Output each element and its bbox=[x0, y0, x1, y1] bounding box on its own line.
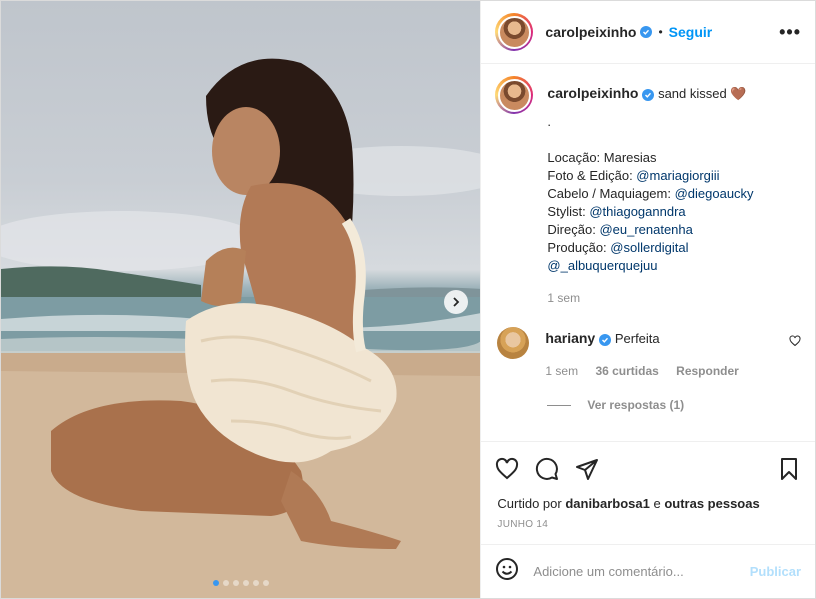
chevron-right-icon bbox=[453, 297, 460, 307]
credit-value: Maresias bbox=[603, 150, 657, 165]
likes-summary: Curtido por danibarbosa1 e outras pessoa… bbox=[481, 496, 815, 511]
verified-icon bbox=[640, 26, 653, 38]
caption-avatar[interactable] bbox=[495, 76, 534, 114]
comment-icon[interactable] bbox=[535, 457, 559, 481]
credit-label: Cabelo / Maquiagem: bbox=[547, 186, 675, 201]
post-date[interactable]: JUNHO 14 bbox=[481, 519, 815, 530]
post-header: carolpeixinho • Seguir ••• bbox=[481, 1, 815, 64]
publish-button[interactable]: Publicar bbox=[750, 564, 801, 579]
carousel-dot bbox=[222, 580, 229, 586]
credit-mention-link[interactable]: @diegoaucky bbox=[675, 186, 754, 201]
credit-label: Foto & Edição: bbox=[547, 168, 637, 183]
caption-body: carolpeixinho sand kissed 🤎 . Locação: M… bbox=[547, 76, 753, 307]
heart-emoji: 🤎 bbox=[730, 86, 747, 101]
view-replies-label: Ver respostas (1) bbox=[587, 398, 685, 412]
caption-credit-line: Direção: @eu_renatenha bbox=[547, 221, 753, 239]
credit-label: Locação: bbox=[547, 150, 604, 165]
verified-icon bbox=[642, 88, 655, 101]
credit-label: Produção: bbox=[547, 240, 611, 255]
credit-label: Direção: bbox=[547, 222, 600, 237]
reply-button[interactable]: Responder bbox=[676, 364, 739, 378]
comments-section: carolpeixinho sand kissed 🤎 . Locação: M… bbox=[481, 64, 815, 442]
caption-username[interactable]: carolpeixinho bbox=[547, 85, 638, 101]
header-separator: • bbox=[658, 25, 663, 39]
carousel-indicator bbox=[1, 580, 480, 586]
caption-credit-line: Locação: Maresias bbox=[547, 149, 753, 167]
comment-body: hariany Perfeita 1 sem 36 curtidas Respo… bbox=[545, 329, 752, 380]
credit-label: Stylist: bbox=[547, 204, 590, 219]
share-icon[interactable] bbox=[575, 457, 599, 481]
bookmark-icon[interactable] bbox=[777, 457, 801, 481]
caption-credit-line: Cabelo / Maquiagem: @diegoaucky bbox=[547, 185, 753, 203]
caption-credit-line: Produção: @sollerdigital bbox=[547, 239, 753, 257]
carousel-dot bbox=[212, 580, 219, 586]
likes-prefix: Curtido por bbox=[497, 496, 566, 511]
heart-icon[interactable] bbox=[495, 457, 519, 481]
next-slide-button[interactable] bbox=[444, 290, 468, 314]
beach-photo bbox=[1, 58, 481, 598]
credit-mention-link[interactable]: @eu_renatenha bbox=[599, 222, 692, 237]
comment-text: Perfeita bbox=[614, 331, 660, 346]
add-comment-bar: Publicar bbox=[481, 544, 815, 598]
caption-text: sand kissed bbox=[658, 86, 727, 101]
post-sidebar: carolpeixinho • Seguir ••• carolpeixinho… bbox=[480, 1, 815, 598]
liked-by-user[interactable]: danibarbosa1 bbox=[565, 496, 650, 511]
caption-credit-line: @_albuquerquejuu bbox=[547, 257, 753, 275]
carousel-dot bbox=[252, 580, 259, 586]
caption: carolpeixinho sand kissed 🤎 . Locação: M… bbox=[495, 76, 801, 307]
caption-credits: Locação: Maresias Foto & Edição: @mariagi… bbox=[547, 149, 753, 275]
replies-divider bbox=[547, 404, 572, 406]
commenter-avatar[interactable] bbox=[497, 327, 530, 359]
emoji-icon[interactable] bbox=[495, 557, 519, 586]
comment-input[interactable] bbox=[533, 564, 750, 579]
credit-mention-link[interactable]: @mariagiorgiii bbox=[636, 168, 719, 183]
post-photo[interactable] bbox=[1, 1, 481, 598]
verified-icon bbox=[599, 333, 612, 346]
commenter-username[interactable]: hariany bbox=[545, 330, 595, 346]
post-dialog: carolpeixinho • Seguir ••• carolpeixinho… bbox=[0, 0, 816, 599]
likes-middle: e bbox=[649, 496, 665, 511]
carousel-dot bbox=[232, 580, 239, 586]
liked-by-others[interactable]: outras pessoas bbox=[664, 496, 759, 511]
comment-time[interactable]: 1 sem bbox=[545, 364, 578, 378]
view-replies-button[interactable]: Ver respostas (1) bbox=[547, 398, 801, 412]
comment-likes[interactable]: 36 curtidas bbox=[595, 364, 658, 378]
carousel-dot bbox=[262, 580, 269, 586]
follow-button[interactable]: Seguir bbox=[669, 24, 713, 40]
caption-time[interactable]: 1 sem bbox=[547, 289, 753, 307]
caption-credit-line: Foto & Edição: @mariagiorgiii bbox=[547, 167, 753, 185]
caption-credit-line: Stylist: @thiagoganndra bbox=[547, 203, 753, 221]
credit-mention-link[interactable]: @thiagoganndra bbox=[589, 204, 685, 219]
author-avatar[interactable] bbox=[495, 13, 534, 51]
more-icon[interactable]: ••• bbox=[779, 22, 801, 43]
caption-dot-line: . bbox=[547, 114, 552, 129]
credit-mention-link[interactable]: @sollerdigital bbox=[610, 240, 688, 255]
action-bar bbox=[481, 442, 815, 496]
comment: hariany Perfeita 1 sem 36 curtidas Respo… bbox=[495, 327, 801, 380]
author-username[interactable]: carolpeixinho bbox=[545, 24, 636, 40]
credit-mention-link[interactable]: @_albuquerquejuu bbox=[547, 258, 657, 273]
comment-like-icon[interactable] bbox=[789, 335, 801, 347]
carousel-dot bbox=[242, 580, 249, 586]
